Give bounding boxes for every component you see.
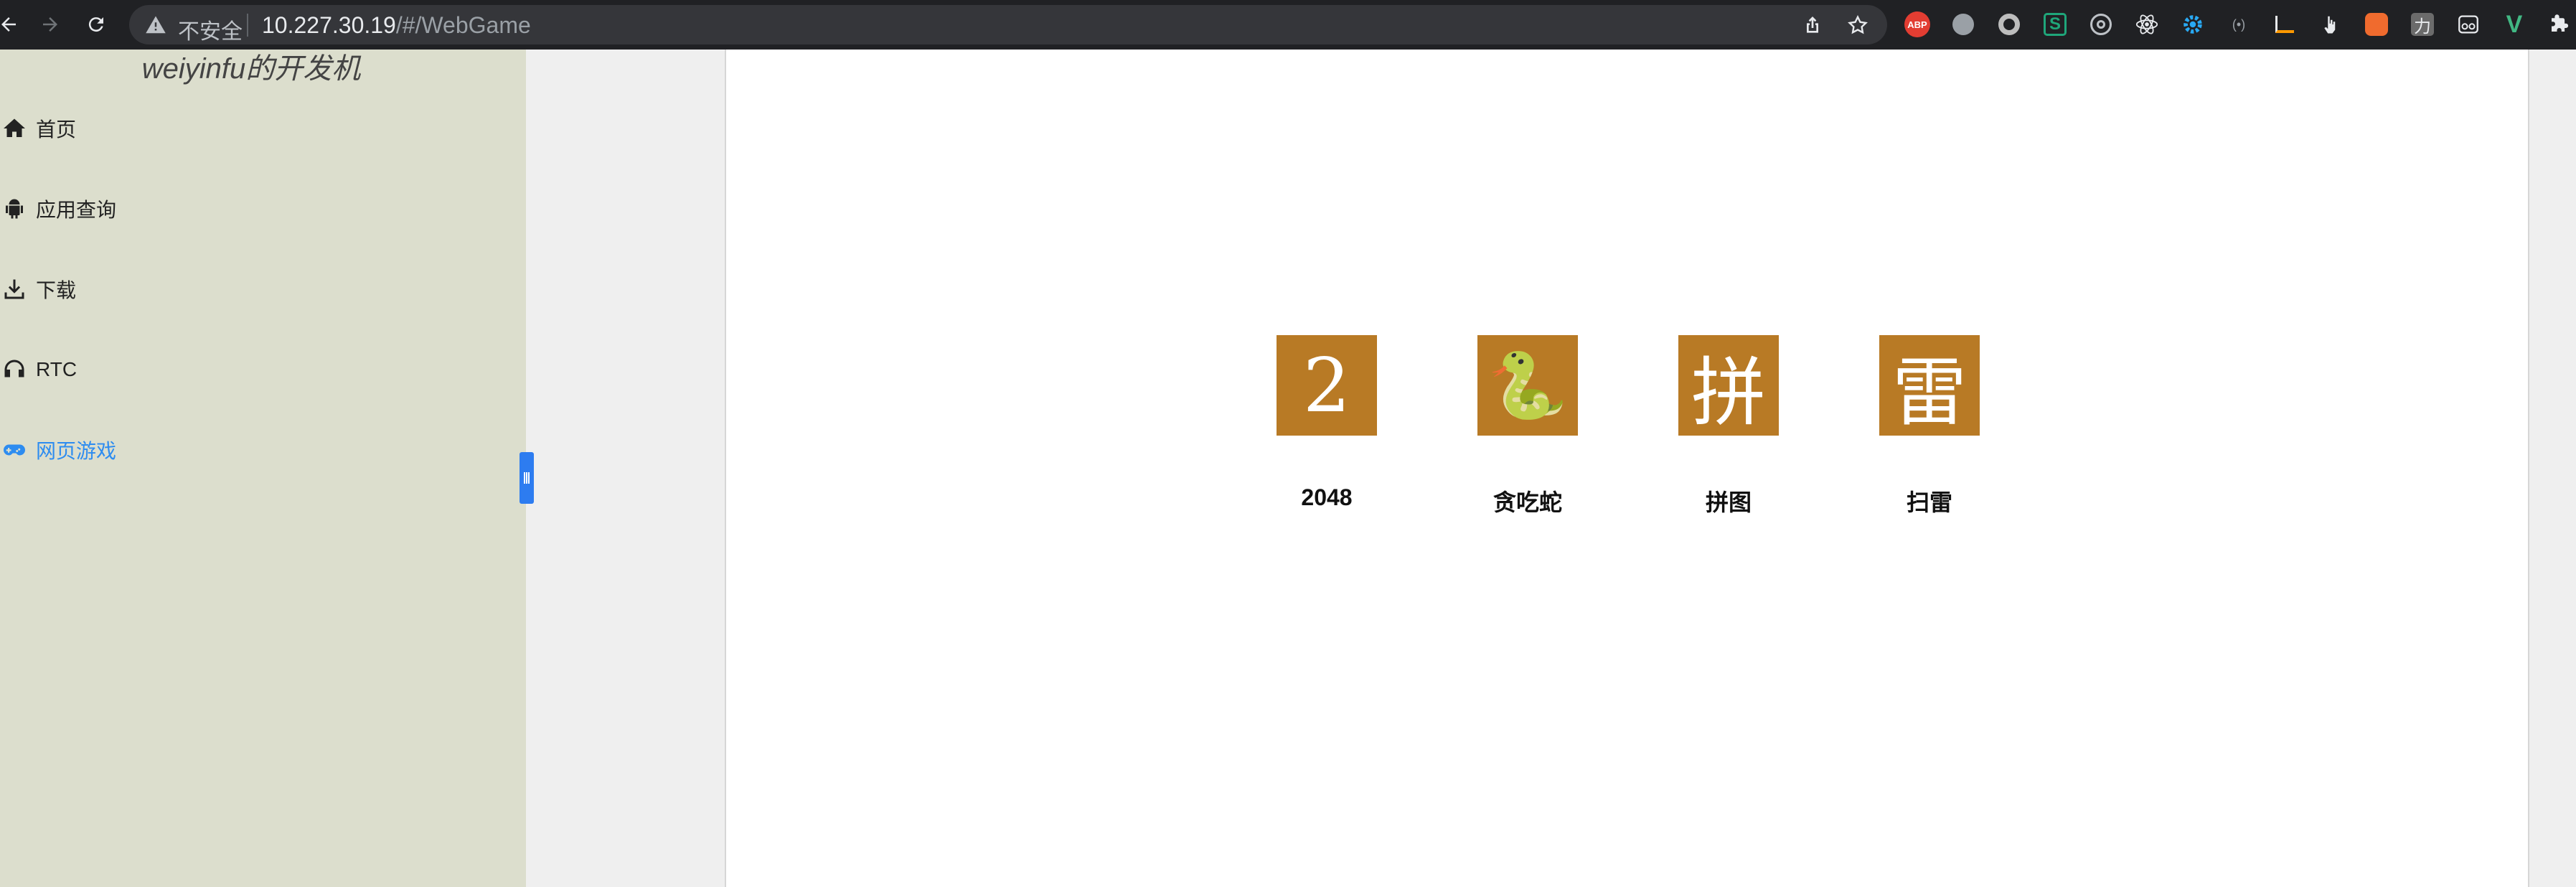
record-icon[interactable] <box>1995 10 2023 39</box>
sidebar-item-label: 应用查询 <box>36 199 117 221</box>
react-devtools-icon[interactable] <box>2133 10 2161 39</box>
sidebar-item-home[interactable]: 首页 <box>0 107 76 150</box>
game-minesweeper[interactable]: 雷 扫雷 <box>1879 335 1980 517</box>
vue-glyph: V <box>2506 10 2523 38</box>
site-title: weiyinfu的开发机 <box>141 53 361 85</box>
target-shape <box>2090 14 2112 35</box>
sidebar-item-label: 下载 <box>36 279 77 301</box>
sidebar-item-download[interactable]: 下载 <box>0 268 76 311</box>
puzzle-icon[interactable] <box>2544 10 2573 39</box>
home-icon <box>0 114 29 143</box>
gamepad-icon <box>0 436 29 464</box>
warning-icon <box>146 16 166 34</box>
forward-button[interactable] <box>36 10 65 39</box>
game-snake[interactable]: 🐍 贪吃蛇 <box>1477 335 1578 517</box>
android-icon <box>0 194 29 223</box>
li-extension-icon[interactable]: 力 <box>2408 10 2437 39</box>
orange-app-icon[interactable] <box>2362 10 2391 39</box>
game-tile-minesweeper: 雷 <box>1879 335 1980 436</box>
browser-toolbar: 不安全 10.227.30.19/#/WebGame ABP S (•) 力 V <box>0 0 2576 50</box>
clover-shape <box>1952 14 1974 35</box>
sidebar-item-rtc[interactable]: RTC <box>0 348 77 391</box>
game-name: 2048 <box>1301 484 1353 510</box>
game-2048[interactable]: 2 2048 <box>1277 335 1377 511</box>
back-button[interactable] <box>0 10 23 39</box>
abp-badge: ABP <box>1904 11 1930 37</box>
gear-icon <box>2184 15 2202 34</box>
game-tile-puzzle: 拼 <box>1678 335 1779 436</box>
target-icon[interactable] <box>2087 10 2115 39</box>
game-puzzle[interactable]: 拼 拼图 <box>1678 335 1779 517</box>
arrow-right-icon <box>43 17 57 32</box>
share-icon[interactable] <box>1801 14 1824 37</box>
s-badge: S <box>2044 13 2067 36</box>
snake-icon: 🐍 <box>1477 335 1578 436</box>
main-content: 2 2048 🐍 贪吃蛇 拼 拼图 雷 扫雷 <box>725 50 2529 887</box>
address-bar[interactable]: 不安全 10.227.30.19/#/WebGame <box>129 5 1887 44</box>
game-name: 拼图 <box>1705 489 1752 515</box>
s-extension-icon[interactable]: S <box>2041 10 2069 39</box>
sidebar: weiyinfu的开发机 首页 应用查询 下载 RTC 网页游戏 <box>0 50 526 887</box>
sidebar-item-label: 首页 <box>36 118 77 141</box>
extensions-puzzle-icon <box>2552 14 2569 32</box>
game-name: 扫雷 <box>1906 489 1952 515</box>
arrow-left-icon <box>1 17 16 32</box>
vue-devtools-icon[interactable]: V <box>2500 10 2529 39</box>
pointer-icon[interactable] <box>2316 10 2345 39</box>
gear-extension-icon[interactable] <box>2178 10 2207 39</box>
sidebar-item-app-query[interactable]: 应用查询 <box>0 187 116 230</box>
amazon-shape <box>2275 16 2294 33</box>
reload-button[interactable] <box>82 10 111 39</box>
glasses-icon[interactable] <box>2454 10 2483 39</box>
record-shape <box>1998 14 2020 35</box>
li-badge: 力 <box>2411 13 2434 37</box>
broadcast-glyph: (•) <box>2232 17 2246 32</box>
glasses-shape-icon <box>2458 15 2478 34</box>
orange-app-shape <box>2365 13 2388 36</box>
broadcast-icon[interactable]: (•) <box>2224 10 2253 39</box>
reload-icon <box>88 17 103 32</box>
grip-icon <box>524 472 530 484</box>
amazon-icon[interactable] <box>2270 10 2299 39</box>
sidebar-item-label: 网页游戏 <box>36 440 117 462</box>
game-tile-2048: 2 <box>1277 335 1377 436</box>
headphones-icon <box>0 355 29 384</box>
react-atom-icon <box>2135 14 2158 34</box>
adblock-plus-icon[interactable]: ABP <box>1903 10 1932 39</box>
hand-pointer-icon <box>2324 16 2336 34</box>
game-name: 贪吃蛇 <box>1493 489 1562 515</box>
url-path: /#/WebGame <box>395 12 531 38</box>
clover-icon[interactable] <box>1949 10 1978 39</box>
sidebar-item-web-games[interactable]: 网页游戏 <box>0 428 116 471</box>
url-text[interactable]: 10.227.30.19/#/WebGame <box>262 12 531 39</box>
insecure-label: 不安全 <box>178 20 243 44</box>
bookmark-star-icon[interactable] <box>1846 14 1869 37</box>
sidebar-item-label: RTC <box>36 358 77 380</box>
address-separator <box>247 14 248 37</box>
download-icon <box>0 275 29 304</box>
sidebar-collapse-handle[interactable] <box>520 452 534 504</box>
url-host: 10.227.30.19 <box>262 12 396 38</box>
